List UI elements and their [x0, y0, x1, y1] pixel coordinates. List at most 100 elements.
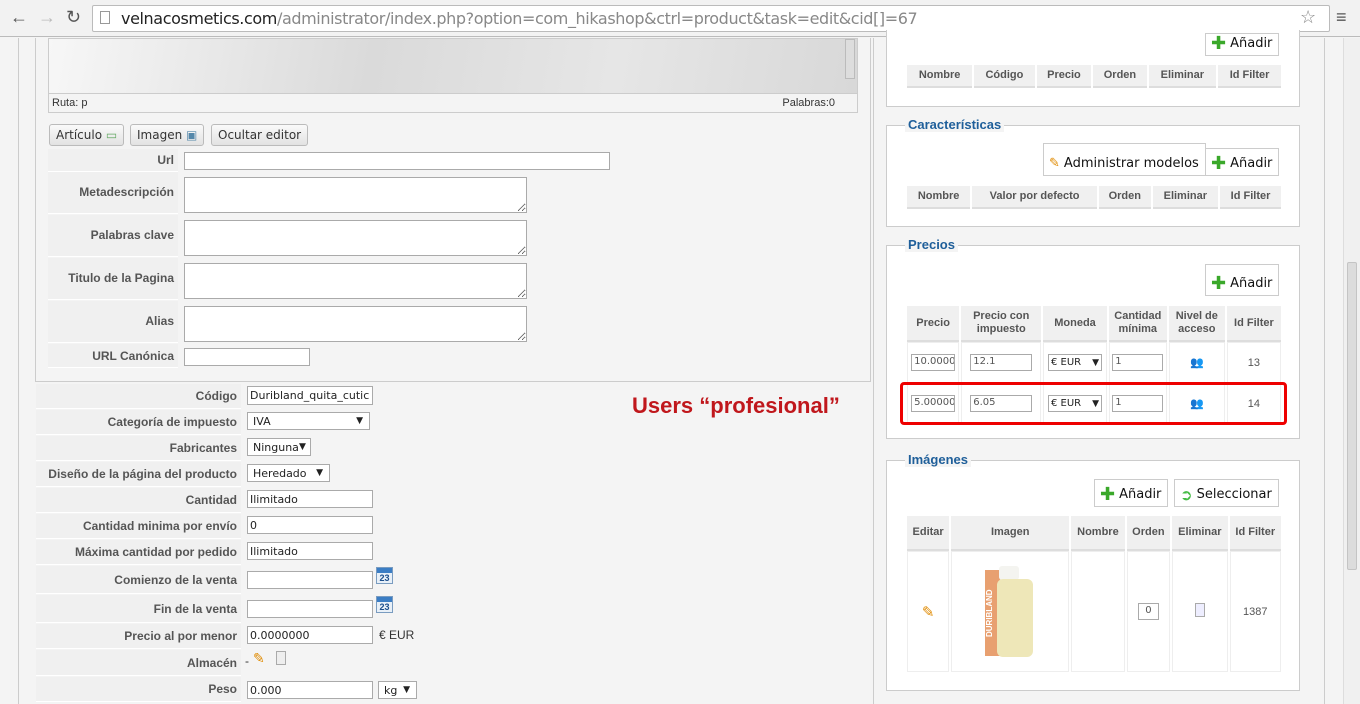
page-title-label: Titulo de la Pagina	[48, 258, 178, 300]
characteristics-fieldset: Características ✎ Administrar modelos ✚ Añ…	[886, 117, 1300, 227]
editor-statusbar: Ruta: p Palabras:0	[49, 93, 857, 112]
metadescription-textarea[interactable]	[184, 177, 527, 213]
calendar-icon[interactable]: 23	[376, 596, 393, 613]
select-label: Seleccionar	[1196, 487, 1272, 502]
column-border	[1324, 38, 1325, 704]
weight-unit-select[interactable]: kg	[378, 681, 417, 699]
keywords-textarea[interactable]	[184, 220, 527, 256]
keywords-label: Palabras clave	[48, 215, 178, 257]
hide-editor-button[interactable]: Ocultar editor	[211, 124, 309, 146]
manufacturer-value: Ninguna	[253, 440, 299, 454]
url-input[interactable]	[184, 152, 610, 170]
reload-icon[interactable]: ↻	[66, 7, 81, 28]
col-header: Cantidad mínima	[1108, 306, 1167, 342]
col-header: Precio con impuesto	[961, 306, 1042, 342]
characteristics-legend: Características	[905, 117, 1005, 132]
plus-icon: ✚	[1211, 33, 1227, 54]
trash-icon[interactable]	[1194, 603, 1205, 617]
editor[interactable]: Ruta: p Palabras:0	[48, 38, 858, 113]
price-tax-input[interactable]: 12.1	[970, 354, 1033, 371]
variants-table: Nombre Código Precio Orden Eliminar Id Filter	[905, 65, 1283, 88]
alias-label: Alias	[48, 301, 178, 343]
sale-end-label: Fin de la venta	[36, 595, 241, 623]
layout-label: Diseño de la página del producto	[36, 462, 241, 487]
sale-start-input[interactable]	[247, 571, 373, 589]
box-border	[35, 38, 36, 382]
images-legend: Imágenes	[905, 452, 971, 467]
variants-add-button[interactable]: ✚ Añadir	[1205, 33, 1280, 56]
menu-icon[interactable]: ≡	[1336, 7, 1347, 28]
col-header: Id Filter	[1220, 186, 1281, 209]
page-scrollbar[interactable]	[1343, 38, 1360, 704]
trash-icon[interactable]	[276, 651, 286, 665]
col-header: Orden	[1126, 516, 1171, 551]
word-count: Palabras:0	[782, 97, 835, 109]
select-image-button[interactable]: ➲ Seleccionar	[1174, 479, 1279, 507]
layout-select[interactable]: Heredado	[247, 464, 330, 482]
add-label: Añadir	[1230, 276, 1273, 291]
characteristics-add-button[interactable]: ✚ Añadir	[1205, 148, 1280, 176]
scrollbar-thumb[interactable]	[1347, 262, 1357, 570]
quantity-label: Cantidad	[36, 488, 241, 513]
weight-input[interactable]	[247, 681, 373, 699]
price-input[interactable]: 10.0000000	[911, 354, 956, 371]
manage-templates-button[interactable]: ✎ Administrar modelos	[1043, 143, 1206, 176]
prices-add-button[interactable]: ✚ Añadir	[1205, 264, 1280, 296]
sale-end-input[interactable]	[247, 600, 373, 618]
currency-value: € EUR	[1051, 357, 1082, 368]
manufacturer-select[interactable]: Ninguna	[247, 438, 311, 456]
manage-label: Administrar modelos	[1063, 156, 1199, 171]
price-row: 10.0000000 12.1 € EUR 1 👥 13	[907, 342, 1281, 383]
min-qty-input[interactable]: 1	[1112, 354, 1164, 371]
max-qty-input[interactable]	[247, 542, 373, 560]
characteristics-table: Nombre Valor por defecto Orden Eliminar Id F…	[905, 186, 1283, 209]
add-label: Añadir	[1230, 36, 1273, 51]
col-header: Orden	[1093, 65, 1147, 88]
image-button[interactable]: Imagen ▣	[130, 124, 205, 146]
plus-icon: ✚	[1100, 484, 1116, 505]
highlight-box	[900, 382, 1287, 425]
col-header: Eliminar	[1148, 65, 1217, 88]
images-fieldset: Imágenes ✚ Añadir ➲ Seleccionar Editar Imag…	[886, 452, 1300, 691]
col-header: Precio	[1036, 65, 1092, 88]
weight-label: Peso	[36, 677, 241, 702]
users-icon[interactable]: 👥	[1190, 357, 1204, 369]
editor-content[interactable]	[49, 39, 857, 93]
quantity-input[interactable]	[247, 490, 373, 508]
min-qty-label: Cantidad minima por envío	[36, 514, 241, 539]
page-title-textarea[interactable]	[184, 263, 527, 299]
retail-price-label: Precio al por menor	[36, 624, 241, 649]
warehouse-label: Almacén	[36, 650, 241, 676]
canonical-url-input[interactable]	[184, 348, 310, 366]
code-input[interactable]	[247, 386, 373, 405]
edit-icon[interactable]: ✎	[922, 604, 935, 621]
plus-icon: ✚	[1211, 273, 1227, 294]
edit-icon[interactable]: ✎	[253, 650, 265, 667]
currency-select[interactable]: € EUR	[1048, 354, 1102, 371]
manufacturer-label: Fabricantes	[36, 436, 241, 461]
url-domain: velnacosmetics.com	[121, 9, 277, 28]
editor-scrollbar[interactable]	[845, 39, 855, 79]
back-icon[interactable]: ←	[10, 7, 28, 28]
article-button[interactable]: Artículo ▭	[49, 124, 125, 146]
metadescription-label: Metadescripción	[48, 172, 178, 214]
price-id: 13	[1226, 342, 1281, 383]
alias-textarea[interactable]	[184, 306, 527, 342]
address-bar[interactable]: velnacosmetics.com/administrator/index.p…	[92, 5, 1330, 32]
tax-category-select[interactable]: IVA	[247, 412, 370, 430]
arrow-circle-icon: ➲	[1180, 486, 1193, 504]
bookmark-star-icon[interactable]: ☆	[1300, 7, 1316, 28]
image-order-input[interactable]: 0	[1137, 603, 1159, 620]
layout-value: Heredado	[253, 466, 307, 480]
image-icon: ▣	[186, 128, 198, 142]
min-qty-input[interactable]	[247, 516, 373, 534]
hide-editor-label: Ocultar editor	[218, 128, 302, 142]
retail-price-input[interactable]	[247, 626, 373, 644]
col-header: Id Filter	[1218, 65, 1281, 88]
calendar-icon[interactable]: 23	[376, 567, 393, 584]
page-icon	[100, 11, 110, 24]
add-label: Añadir	[1230, 156, 1273, 171]
forward-icon[interactable]: →	[38, 7, 56, 28]
editor-path: Ruta: p	[52, 97, 88, 109]
images-add-button[interactable]: ✚ Añadir	[1094, 479, 1169, 507]
